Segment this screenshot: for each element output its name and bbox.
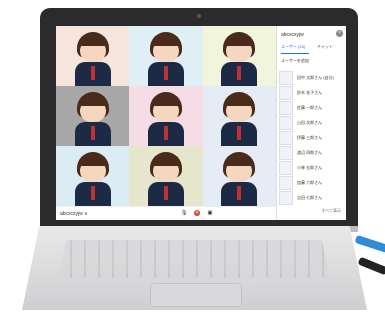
panel-title: abcxcxyjw <box>281 32 304 38</box>
tie-shape <box>90 66 95 80</box>
participant-avatar <box>279 70 293 85</box>
participant-avatar <box>144 150 188 206</box>
participant-avatar <box>279 175 293 190</box>
keyboard <box>58 240 330 278</box>
tab-users[interactable]: ユーザー (24) <box>281 44 305 50</box>
video-tile[interactable] <box>56 26 130 86</box>
bangs-shape <box>225 96 254 106</box>
meeting-code[interactable]: abcxcxyjw ∧ <box>60 211 88 217</box>
bangs-shape <box>78 156 107 166</box>
call-controls-bar: abcxcxyjw ∧ 🎙 ✕ ▣ <box>56 206 276 220</box>
bangs-shape <box>225 36 254 46</box>
tie-shape <box>237 66 242 80</box>
participant-avatar <box>217 150 261 206</box>
participant-row[interactable]: 佐藤 一郎さん <box>279 100 345 115</box>
participant-avatar <box>144 30 188 86</box>
camera-button[interactable]: ▣ <box>207 210 213 216</box>
video-tile[interactable] <box>129 26 203 86</box>
participant-row[interactable]: 吉田 七郎さん <box>279 190 345 205</box>
participant-avatar <box>279 160 293 175</box>
participant-name: 佐藤 一郎さん <box>297 104 323 110</box>
participant-name: 小林 五郎さん <box>297 164 323 170</box>
participants-panel: abcxcxyjw × ユーザー (24) チャット ユーザーを追加 田中 太郎… <box>276 26 346 220</box>
video-tile[interactable] <box>202 26 276 86</box>
webcam-icon <box>197 14 201 18</box>
video-grid <box>56 26 276 206</box>
video-tile[interactable] <box>56 146 130 206</box>
participant-row[interactable]: 加藤 六郎さん <box>279 175 345 190</box>
participant-name: 加藤 六郎さん <box>297 179 323 185</box>
active-tab-underline <box>281 53 309 54</box>
participant-row[interactable]: 小林 五郎さん <box>279 160 345 175</box>
participant-name: 吉田 七郎さん <box>297 194 323 200</box>
participant-avatar <box>279 130 293 145</box>
tie-shape <box>90 126 95 140</box>
bangs-shape <box>151 96 180 106</box>
participant-avatar <box>217 30 261 86</box>
participant-avatar <box>279 85 293 100</box>
tie-shape <box>163 126 168 140</box>
tie-shape <box>90 186 95 200</box>
video-tile[interactable] <box>202 86 276 146</box>
participant-row[interactable]: 鈴木 花子さん <box>279 85 345 100</box>
participant-avatar <box>71 90 115 146</box>
bangs-shape <box>78 36 107 46</box>
tie-shape <box>163 186 168 200</box>
panel-tabs: ユーザー (24) チャット <box>281 44 343 54</box>
video-tile[interactable] <box>202 146 276 206</box>
participant-name: 山田 次郎さん <box>297 119 323 125</box>
meeting-screen: abcxcxyjw ∧ 🎙 ✕ ▣ abcxcxyjw × ユーザー (24) … <box>56 26 346 220</box>
show-all-button[interactable]: すべて表示 <box>321 208 341 214</box>
close-icon[interactable]: × <box>336 30 343 37</box>
tie-shape <box>163 66 168 80</box>
participant-avatar <box>71 30 115 86</box>
trackpad <box>150 283 242 307</box>
participant-name: 伊藤 三郎さん <box>297 134 323 140</box>
blue-cable <box>354 234 385 254</box>
video-tile[interactable] <box>129 86 203 146</box>
participant-row[interactable]: 伊藤 三郎さん <box>279 130 345 145</box>
participant-avatar <box>217 90 261 146</box>
participant-avatar <box>279 100 293 115</box>
participant-avatar <box>144 90 188 146</box>
participant-avatar <box>279 145 293 160</box>
bangs-shape <box>225 156 254 166</box>
video-tile[interactable] <box>56 86 130 146</box>
participant-avatar <box>279 190 293 205</box>
participant-row[interactable]: 渡辺 四郎さん <box>279 145 345 160</box>
participant-avatar <box>71 150 115 206</box>
tab-chat[interactable]: チャット <box>317 44 333 50</box>
add-user-button[interactable]: ユーザーを追加 <box>281 58 309 64</box>
bangs-shape <box>151 156 180 166</box>
end-call-button[interactable]: ✕ <box>194 210 200 216</box>
bangs-shape <box>78 96 107 106</box>
participant-name: 田中 太郎さん (自分) <box>297 74 334 80</box>
tie-shape <box>237 186 242 200</box>
participant-name: 鈴木 花子さん <box>297 89 323 95</box>
participant-row[interactable]: 田中 太郎さん (自分) <box>279 70 345 85</box>
participant-name: 渡辺 四郎さん <box>297 149 323 155</box>
dark-cable <box>357 256 385 276</box>
participants-list: 田中 太郎さん (自分) 鈴木 花子さん 佐藤 一郎さん 山田 次郎さん 伊藤 … <box>279 70 345 205</box>
tie-shape <box>237 126 242 140</box>
participant-row[interactable]: 山田 次郎さん <box>279 115 345 130</box>
participant-avatar <box>279 115 293 130</box>
mic-button[interactable]: 🎙 <box>181 210 187 216</box>
bangs-shape <box>151 36 180 46</box>
video-tile[interactable] <box>129 146 203 206</box>
